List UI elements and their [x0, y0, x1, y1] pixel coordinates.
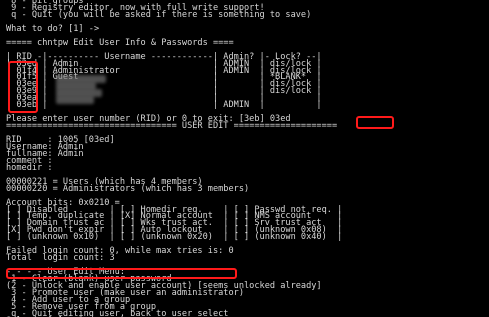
terminal-line: ================================= USER E… — [6, 121, 338, 132]
terminal-line: What to do? [1] -> — [6, 23, 105, 34]
terminal-line: 00000220 = Administrators (which has 3 m… — [6, 183, 250, 194]
clear-password-option-highlight — [6, 268, 237, 279]
terminal-line: homedir : — [6, 162, 53, 173]
terminal-line: ===== chntpw Edit User Info & Passwords … — [6, 37, 234, 48]
user-number-input-highlight — [356, 116, 394, 129]
terminal-line: [ ] (unknown 0x10) | [ ] (unknown 0x20) … — [6, 232, 343, 243]
terminal-line: q - Quit (you will be asked if there is … — [6, 9, 312, 20]
terminal-window[interactable]: 8 - Bit groups 9 - Registry editor, now … — [0, 0, 489, 317]
terminal-line: | 03eb | | ADMIN | | — [6, 100, 322, 111]
redacted-username — [56, 96, 94, 104]
rid-column-highlight — [8, 61, 38, 113]
terminal-line: Total login count: 3 — [6, 253, 115, 264]
